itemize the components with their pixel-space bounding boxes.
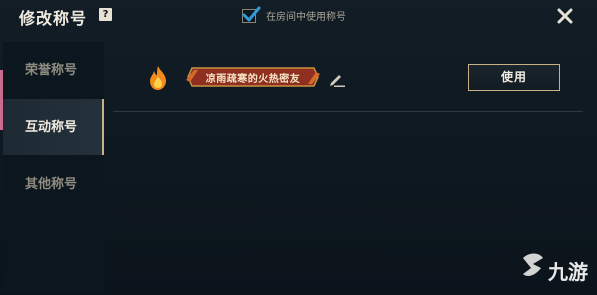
checkmark-icon <box>242 6 261 21</box>
checkbox-label: 在房间中使用称号 <box>266 12 346 23</box>
use-button[interactable]: 使用 <box>468 64 560 91</box>
dialog-title: 修改称号 <box>19 9 88 28</box>
watermark-text: 九游 <box>548 260 588 284</box>
sidebar: 荣誉称号 互动称号 其他称号 <box>3 42 104 292</box>
sidebar-item-label: 荣誉称号 <box>25 63 78 78</box>
sidebar-item-honor-titles[interactable]: 荣誉称号 <box>3 42 104 98</box>
watermark-logo-icon <box>523 253 543 276</box>
divider <box>113 111 583 112</box>
checkbox[interactable] <box>242 6 261 23</box>
title-dialog: 修改称号 ? 在房间中使用称号 荣誉称号 互动称号 其他称号 凉雨疏寒的火热密友… <box>0 0 597 295</box>
sidebar-item-label: 其他称号 <box>25 177 78 192</box>
use-title-in-room-toggle[interactable]: 在房间中使用称号 <box>242 6 346 23</box>
title-badge-text: 凉雨疏寒的火热密友 <box>205 74 301 85</box>
sidebar-item-label: 互动称号 <box>25 120 78 135</box>
sidebar-item-other-titles[interactable]: 其他称号 <box>3 156 104 212</box>
close-icon[interactable] <box>556 7 574 25</box>
question-icon[interactable]: ? <box>99 8 112 21</box>
fire-icon <box>147 65 169 91</box>
pencil-icon[interactable] <box>328 70 346 88</box>
sidebar-item-interaction-titles[interactable]: 互动称号 <box>3 99 104 155</box>
